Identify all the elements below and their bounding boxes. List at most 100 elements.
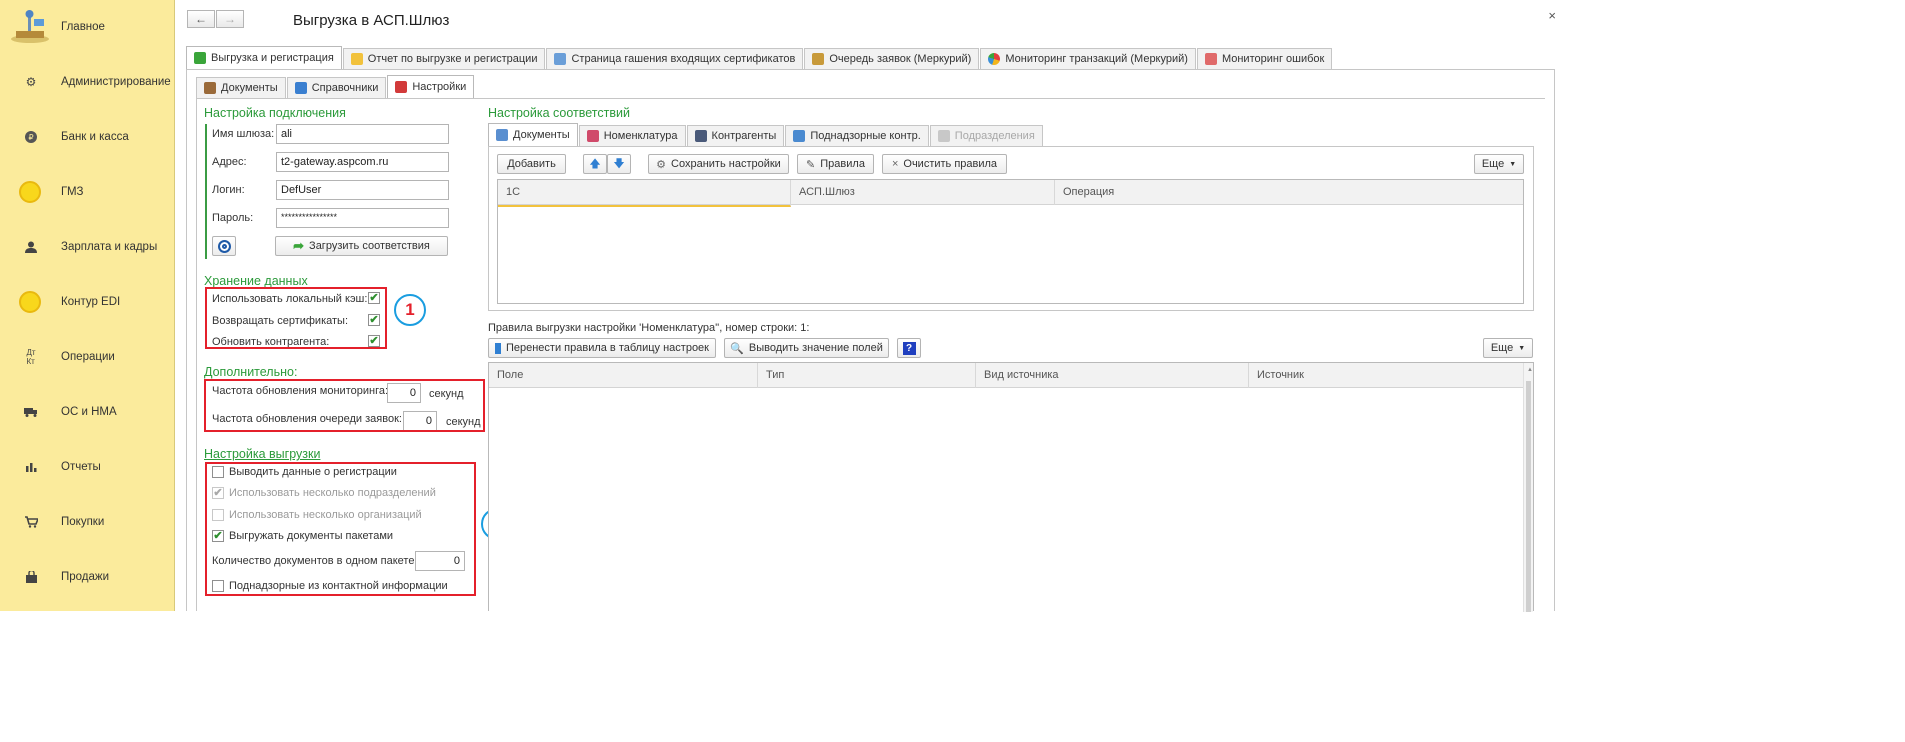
sidebar-item-purchases[interactable]: Покупки — [0, 502, 175, 542]
report-icon — [350, 53, 363, 65]
forward-button[interactable]: → — [216, 10, 244, 28]
column-source[interactable]: Источник — [1249, 363, 1525, 388]
bar-chart-icon — [22, 458, 40, 476]
home-icon — [10, 9, 52, 45]
gateway-name-input[interactable]: ali — [276, 124, 449, 144]
mapping-tab-divisions[interactable]: Подразделения — [929, 125, 1043, 146]
sidebar-item-gmz[interactable]: ГМЗ — [0, 172, 175, 212]
queue-icon — [812, 53, 825, 65]
tab-request-queue[interactable]: Очередь заявок (Меркурий) — [804, 48, 980, 69]
sidebar-item-kontur-edi[interactable]: Контур EDI — [0, 282, 175, 322]
rules-more-button[interactable]: Еще ▼ — [1483, 338, 1533, 358]
tab-documents[interactable]: Документы — [196, 77, 286, 98]
coin-icon — [19, 181, 41, 203]
tab-export-report[interactable]: Отчет по выгрузке и регистрации — [342, 48, 546, 69]
sidebar-item-salary[interactable]: Зарплата и кадры — [0, 227, 175, 267]
ruble-icon: ₽ — [22, 128, 40, 146]
mapping-tab-supervised[interactable]: Поднадзорные контр. — [785, 125, 929, 146]
pie-chart-icon — [988, 53, 1001, 65]
tab-certificates[interactable]: Страница гашения входящих сертификатов — [546, 48, 804, 69]
edit-icon: ✎ — [806, 158, 816, 171]
save-settings-button[interactable]: ⚙ Сохранить настройки — [648, 154, 789, 174]
help-button[interactable]: ? — [897, 338, 921, 358]
move-up-button[interactable]: 🡅 — [583, 154, 607, 174]
sidebar-item-label: Продажи — [61, 571, 110, 583]
page-title: Выгрузка в АСП.Шлюз — [293, 12, 450, 29]
move-down-button[interactable]: 🡇 — [607, 154, 631, 174]
documents-icon — [496, 129, 508, 141]
rules-table: Поле Тип Вид источника Источник ▲ — [488, 362, 1534, 612]
person-icon — [22, 238, 40, 256]
import-icon — [495, 342, 501, 354]
rules-button[interactable]: ✎ Правила — [797, 154, 874, 174]
sidebar-item-label: Контур EDI — [61, 296, 121, 308]
additional-section-title: Дополнительно: — [204, 365, 298, 379]
truck-icon — [22, 403, 40, 421]
tab-export-registration[interactable]: Выгрузка и регистрация — [186, 46, 342, 69]
mapping-tab-nomenclature[interactable]: Номенклатура — [578, 125, 686, 146]
address-input[interactable]: t2-gateway.aspcom.ru — [276, 152, 449, 172]
column-field[interactable]: Поле — [489, 363, 758, 388]
arrow-right-icon: → — [224, 12, 236, 26]
back-button[interactable]: ← — [187, 10, 215, 28]
mapping-section-title: Настройка соответствий — [488, 106, 630, 120]
tab-transaction-monitoring[interactable]: Мониторинг транзакций (Меркурий) — [980, 48, 1196, 69]
sidebar-item-reports[interactable]: Отчеты — [0, 447, 175, 487]
scrollbar[interactable]: ▲ — [1523, 363, 1533, 612]
gear-icon: ⚙ — [656, 158, 667, 171]
move-rules-button[interactable]: Перенести правила в таблицу настроек — [488, 338, 716, 358]
export-icon — [194, 52, 206, 64]
table-header: 1С АСП.Шлюз Операция — [498, 180, 1524, 207]
highlight-box-1 — [205, 287, 387, 349]
tab-references[interactable]: Справочники — [286, 77, 387, 98]
cart-icon — [22, 513, 40, 531]
column-1c[interactable]: 1С — [498, 180, 791, 207]
sidebar-item-label: Операции — [61, 351, 115, 363]
sidebar-item-sales[interactable]: Продажи — [0, 557, 175, 597]
monitor-icon — [1204, 53, 1217, 65]
help-icon: ? — [902, 341, 916, 355]
show-fields-button[interactable]: 🔍 Выводить значение полей — [724, 338, 889, 358]
sidebar-item-administration[interactable]: ⚙ Администрирование — [0, 62, 175, 102]
clear-rules-button[interactable]: × Очистить правила — [882, 154, 1007, 174]
export-section-title: Настройка выгрузки — [204, 447, 321, 461]
tab-error-monitoring[interactable]: Мониторинг ошибок — [1196, 48, 1333, 69]
scrollbar-thumb[interactable] — [1526, 381, 1531, 612]
storage-section-title: Хранение данных — [204, 274, 308, 288]
arrow-left-icon: ← — [195, 12, 207, 26]
password-input[interactable]: **************** — [276, 208, 449, 228]
connection-section-title: Настройка подключения — [204, 106, 346, 120]
sidebar-item-label: Администрирование — [61, 76, 171, 88]
more-button[interactable]: Еще ▼ — [1474, 154, 1524, 174]
gear-icon: ⚙ — [25, 75, 37, 89]
connect-button[interactable] — [212, 236, 236, 256]
scroll-up-icon: ▲ — [1527, 367, 1533, 373]
login-input[interactable]: DefUser — [276, 180, 449, 200]
close-icon: × — [891, 158, 899, 170]
highlight-box-3 — [205, 462, 476, 596]
sidebar-item-label: Отчеты — [61, 461, 101, 473]
load-mappings-button[interactable]: ➦ Загрузить соответствия — [275, 236, 448, 256]
divisions-icon — [937, 130, 950, 142]
sidebar-item-fixed-assets[interactable]: ОС и НМА — [0, 392, 175, 432]
sidebar-item-label: Зарплата и кадры — [61, 241, 158, 253]
close-icon[interactable]: × — [1548, 8, 1556, 23]
book-icon — [294, 82, 307, 94]
arrow-right-green-icon: ➦ — [293, 238, 305, 253]
sidebar-item-bank[interactable]: ₽ Банк и касса — [0, 117, 175, 157]
sidebar-item-label: Главное — [61, 21, 105, 33]
sidebar-item-main[interactable]: Главное — [0, 7, 175, 47]
gateway-label: Имя шлюза: — [212, 128, 275, 140]
add-button[interactable]: Добавить — [497, 154, 566, 174]
mapping-tab-contractors[interactable]: Контрагенты — [686, 125, 785, 146]
column-gateway[interactable]: АСП.Шлюз — [791, 180, 1055, 205]
sidebar-item-operations[interactable]: Дт Кт Операции — [0, 337, 175, 377]
sidebar-item-label: Покупки — [61, 516, 105, 528]
column-type[interactable]: Тип — [758, 363, 976, 388]
column-operation[interactable]: Операция — [1055, 180, 1524, 205]
tab-settings[interactable]: Настройки — [387, 75, 475, 98]
mapping-tab-documents[interactable]: Документы — [488, 123, 578, 146]
table-header: Поле Тип Вид источника Источник — [489, 363, 1533, 388]
column-source-kind[interactable]: Вид источника — [976, 363, 1249, 388]
password-label: Пароль: — [212, 212, 254, 224]
